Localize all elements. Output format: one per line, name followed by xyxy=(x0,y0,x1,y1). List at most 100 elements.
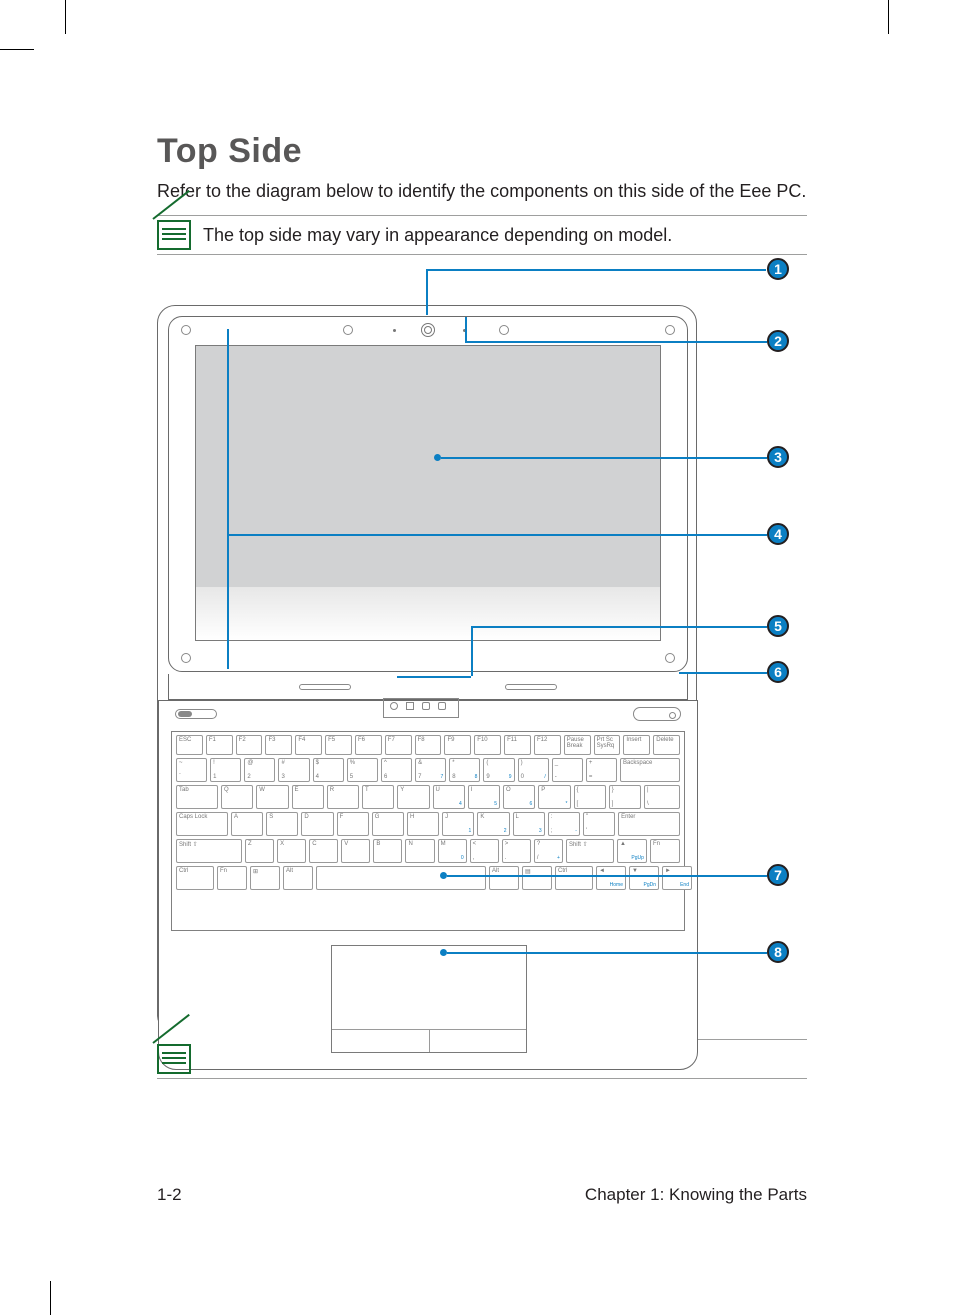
camera-icon xyxy=(421,323,435,337)
key: S xyxy=(266,812,298,836)
note-text-1: The top side may vary in appearance depe… xyxy=(203,225,672,246)
key: (99 xyxy=(483,758,514,782)
callout-5: 5 xyxy=(767,615,789,637)
key: "' xyxy=(583,812,615,836)
key: C xyxy=(309,839,338,863)
page-title: Top Side xyxy=(157,132,807,171)
callout-6: 6 xyxy=(767,661,789,683)
key: Insert xyxy=(623,735,650,755)
key: Shift ⇧ xyxy=(176,839,242,863)
key: |\ xyxy=(644,785,680,809)
key: J1 xyxy=(442,812,474,836)
key: E xyxy=(292,785,324,809)
key: F8 xyxy=(415,735,442,755)
key: Caps Lock xyxy=(176,812,228,836)
intro-text: Refer to the diagram below to identify t… xyxy=(157,179,807,203)
key: U4 xyxy=(433,785,465,809)
key: }] xyxy=(609,785,641,809)
mic-dot-left xyxy=(393,329,396,332)
key: ?/+ xyxy=(534,839,563,863)
callout-3: 3 xyxy=(767,446,789,468)
key: )0/ xyxy=(518,758,549,782)
key: W xyxy=(256,785,288,809)
key: G xyxy=(372,812,404,836)
key: Z xyxy=(245,839,274,863)
key: F5 xyxy=(325,735,352,755)
key: Alt xyxy=(489,866,519,890)
key: V xyxy=(341,839,370,863)
key: H xyxy=(407,812,439,836)
key: >. xyxy=(502,839,531,863)
key: %5 xyxy=(347,758,378,782)
key: :;- xyxy=(548,812,580,836)
key: M0 xyxy=(438,839,467,863)
key: F10 xyxy=(474,735,501,755)
laptop-outline: ESCF1F2F3F4F5F6F7F8F9F10F11F12Pause Brea… xyxy=(157,305,697,1033)
key: ⊞ xyxy=(250,866,280,890)
key: B xyxy=(373,839,402,863)
hinge-bar xyxy=(168,674,688,700)
key: Fn xyxy=(217,866,247,890)
key: Delete xyxy=(653,735,680,755)
key: *88 xyxy=(449,758,480,782)
note-icon xyxy=(157,220,191,250)
key: $4 xyxy=(313,758,344,782)
key: F6 xyxy=(355,735,382,755)
key: !1 xyxy=(210,758,241,782)
key: A xyxy=(231,812,263,836)
power-button xyxy=(633,707,681,721)
key: F7 xyxy=(385,735,412,755)
callout-1: 1 xyxy=(767,258,789,280)
key: L3 xyxy=(513,812,545,836)
key: Prt Sc SysRq xyxy=(594,735,621,755)
key: D xyxy=(301,812,333,836)
key: F3 xyxy=(265,735,292,755)
laptop-lid xyxy=(168,316,688,672)
wireless-switch xyxy=(175,709,217,719)
key: Ctrl xyxy=(176,866,214,890)
top-side-diagram: ESCF1F2F3F4F5F6F7F8F9F10F11F12Pause Brea… xyxy=(157,269,802,1039)
laptop-base: ESCF1F2F3F4F5F6F7F8F9F10F11F12Pause Brea… xyxy=(158,700,698,1070)
key: _- xyxy=(552,758,583,782)
note-icon xyxy=(157,1044,191,1074)
key: F1 xyxy=(206,735,233,755)
key: Tab xyxy=(176,785,218,809)
key: ◄Home xyxy=(596,866,626,890)
key: += xyxy=(586,758,617,782)
callout-8: 8 xyxy=(767,941,789,963)
key: P* xyxy=(538,785,570,809)
callout-2: 2 xyxy=(767,330,789,352)
key: F12 xyxy=(534,735,561,755)
key: F11 xyxy=(504,735,531,755)
key: R xyxy=(327,785,359,809)
key: @2 xyxy=(244,758,275,782)
key: T xyxy=(362,785,394,809)
callout-4: 4 xyxy=(767,523,789,545)
key: ►End xyxy=(662,866,692,890)
page-number: 1-2 xyxy=(157,1185,182,1205)
key: Q xyxy=(221,785,253,809)
key: N xyxy=(405,839,434,863)
key: Ctrl xyxy=(555,866,593,890)
key: F9 xyxy=(444,735,471,755)
key: F2 xyxy=(236,735,263,755)
key: ▲PgUp xyxy=(617,839,647,863)
key: X xyxy=(277,839,306,863)
chapter-title: Chapter 1: Knowing the Parts xyxy=(585,1185,807,1205)
key: Shift ⇧ xyxy=(566,839,614,863)
key: &77 xyxy=(415,758,446,782)
key: {[ xyxy=(574,785,606,809)
key: Alt xyxy=(283,866,313,890)
key: ▤ xyxy=(522,866,552,890)
key: I5 xyxy=(468,785,500,809)
key: Enter xyxy=(618,812,680,836)
page-footer: 1-2 Chapter 1: Knowing the Parts xyxy=(157,1185,807,1205)
key: O6 xyxy=(503,785,535,809)
key: K2 xyxy=(477,812,509,836)
key: F4 xyxy=(295,735,322,755)
callout-7: 7 xyxy=(767,864,789,886)
touchpad xyxy=(331,945,527,1053)
key: <, xyxy=(470,839,499,863)
key xyxy=(316,866,486,890)
key: Y xyxy=(397,785,429,809)
